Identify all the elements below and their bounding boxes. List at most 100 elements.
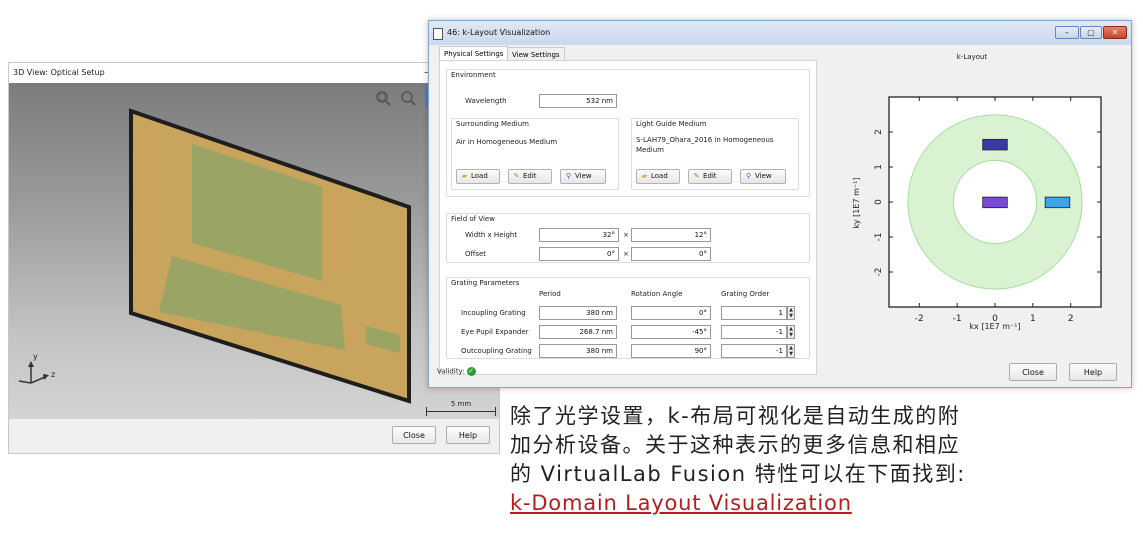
- scale-bar: 5 mm: [426, 400, 496, 416]
- expander-rotation-input[interactable]: -45°: [631, 325, 711, 339]
- light-guide-medium-group: Light Guide Medium S-LAH79_Ohara_2016 in…: [631, 118, 799, 190]
- close-button[interactable]: Close: [392, 426, 436, 444]
- y-tick-label: 0: [874, 199, 884, 205]
- field-of-view-group: Field of View Width x Height 32° × 12° O…: [446, 213, 810, 263]
- validity-indicator: Validity: ✓: [437, 367, 476, 376]
- optical-setup-footer: Close Help: [9, 419, 499, 453]
- incoupling-grating-label: Incoupling Grating: [461, 309, 526, 317]
- klayout-titlebar: 46: k-Layout Visualization – ▢ ✕: [429, 21, 1131, 45]
- field-of-view-label: Field of View: [451, 215, 495, 223]
- help-button[interactable]: Help: [446, 426, 490, 444]
- stepper-icon[interactable]: ▲ ▼: [787, 325, 795, 339]
- zoom-rect-icon: [376, 91, 391, 106]
- klayout-window: 46: k-Layout Visualization – ▢ ✕ Physica…: [428, 20, 1132, 388]
- minimize-icon[interactable]: –: [1055, 26, 1079, 39]
- environment-group: Environment Wavelength 532 nm Surroundin…: [446, 69, 810, 197]
- fov-box-1: [982, 138, 1008, 151]
- light-guide-medium-label: Light Guide Medium: [636, 120, 707, 128]
- load-button[interactable]: ▰ Load: [636, 169, 680, 184]
- chart-title: k-Layout: [957, 53, 988, 61]
- folder-icon: ▰: [641, 172, 648, 180]
- magnifier-icon: ⚲: [745, 172, 752, 180]
- axis-y-label: y: [33, 352, 38, 361]
- fov-box-3: [1044, 196, 1071, 209]
- surrounding-medium-group: Surrounding Medium Air in Homogeneous Me…: [451, 118, 619, 190]
- documentation-link[interactable]: k-Domain Layout Visualization: [510, 491, 852, 515]
- grating-parameters-label: Grating Parameters: [451, 279, 520, 287]
- expander-period-input[interactable]: 268.7 nm: [539, 325, 617, 339]
- times-sign: ×: [623, 250, 629, 258]
- stepper-icon[interactable]: ▲ ▼: [787, 306, 795, 320]
- x-tick-label: -1: [953, 314, 962, 324]
- x-tick-label: 2: [1068, 314, 1074, 324]
- caption-line-3: 的 VirtualLab Fusion 特性可以在下面找到:: [510, 462, 966, 486]
- stepper-icon[interactable]: ▲ ▼: [787, 344, 795, 358]
- surrounding-medium-value: Air in Homogeneous Medium: [456, 138, 558, 146]
- y-tick-label: 2: [874, 129, 884, 135]
- expander-order-input[interactable]: -1: [721, 325, 787, 339]
- caption-line-2: 加分析设备。关于这种表示的更多信息和相应: [510, 433, 960, 457]
- close-icon[interactable]: ✕: [1103, 26, 1127, 39]
- incoupling-period-input[interactable]: 380 nm: [539, 306, 617, 320]
- offset-label: Offset: [465, 250, 487, 258]
- fov-height-input[interactable]: 12°: [631, 228, 711, 242]
- fov-box-2: [982, 196, 1008, 209]
- grating-parameters-group: Grating Parameters Period Rotation Angle…: [446, 277, 810, 359]
- zoom-icon: [401, 91, 416, 106]
- validity-label: Validity:: [437, 367, 465, 376]
- wavelength-label: Wavelength: [465, 97, 507, 105]
- help-button[interactable]: Help: [1069, 363, 1117, 381]
- light-guide-medium-value: S-LAH79_Ohara_2016 in Homogeneous Medium: [636, 136, 774, 154]
- x-axis-label: kx [1E7 m⁻¹]: [969, 322, 1020, 331]
- outcoupling-period-input[interactable]: 380 nm: [539, 344, 617, 358]
- klayout-title: 46: k-Layout Visualization: [447, 28, 551, 37]
- outcoupling-order-input[interactable]: -1: [721, 344, 787, 358]
- incoupling-rotation-input[interactable]: 0°: [631, 306, 711, 320]
- x-tick-label: -2: [915, 314, 924, 324]
- surrounding-medium-label: Surrounding Medium: [456, 120, 529, 128]
- restore-icon[interactable]: ▢: [1080, 26, 1102, 39]
- document-icon: [433, 28, 443, 40]
- 3d-viewport[interactable]: y z: [9, 83, 499, 421]
- axis-z-label: z: [51, 370, 55, 379]
- 3d-scene: y z: [18, 87, 432, 404]
- description-caption: 除了光学设置，k-布局可视化是自动生成的附 加分析设备。关于这种表示的更多信息和…: [510, 402, 1135, 518]
- y-tick-label: -1: [874, 233, 884, 242]
- offset-y-input[interactable]: 0°: [631, 247, 711, 261]
- wavelength-input[interactable]: 532 nm: [539, 94, 617, 108]
- x-tick-label: 1: [1030, 314, 1036, 324]
- rotation-angle-header: Rotation Angle: [631, 290, 683, 298]
- y-tick-label: 1: [874, 164, 884, 170]
- y-axis-label: ky [1E7 m⁻¹]: [852, 178, 861, 229]
- view-button[interactable]: ⚲ View: [560, 169, 606, 184]
- check-icon: ✓: [466, 367, 476, 376]
- physical-settings-panel: Environment Wavelength 532 nm Surroundin…: [439, 60, 817, 375]
- k-layout-chart: k-Layout -2 -1 0 1 2-2-1012 kx [1E7 m⁻¹] ky …: [852, 53, 1102, 331]
- optical-setup-titlebar: 3D View: Optical Setup –: [9, 63, 499, 83]
- caption-line-1: 除了光学设置，k-布局可视化是自动生成的附: [510, 404, 961, 428]
- edit-button[interactable]: ✎ Edit: [508, 169, 552, 184]
- times-sign: ×: [623, 231, 629, 239]
- folder-icon: ▰: [461, 172, 468, 180]
- axis-triad: y z: [18, 352, 55, 384]
- view-button[interactable]: ⚲ View: [740, 169, 786, 184]
- scale-label: 5 mm: [450, 400, 472, 408]
- pencil-icon: ✎: [513, 172, 520, 180]
- offset-x-input[interactable]: 0°: [539, 247, 619, 261]
- y-tick-label: -2: [874, 268, 884, 277]
- eye-pupil-expander-label: Eye Pupil Expander: [461, 328, 529, 336]
- load-button[interactable]: ▰ Load: [456, 169, 500, 184]
- outcoupling-grating-label: Outcoupling Grating: [461, 347, 532, 355]
- optical-setup-window: 3D View: Optical Setup – y z 5 mm Close …: [8, 62, 500, 454]
- environment-label: Environment: [451, 71, 496, 79]
- outcoupling-rotation-input[interactable]: 90°: [631, 344, 711, 358]
- magnifier-icon: ⚲: [565, 172, 572, 180]
- close-button[interactable]: Close: [1009, 363, 1057, 381]
- fov-width-input[interactable]: 32°: [539, 228, 619, 242]
- grating-order-header: Grating Order: [721, 290, 770, 298]
- incoupling-order-input[interactable]: 1: [721, 306, 787, 320]
- optical-setup-title: 3D View: Optical Setup: [13, 68, 105, 77]
- pencil-icon: ✎: [693, 172, 700, 180]
- edit-button[interactable]: ✎ Edit: [688, 169, 732, 184]
- width-height-label: Width x Height: [465, 231, 518, 239]
